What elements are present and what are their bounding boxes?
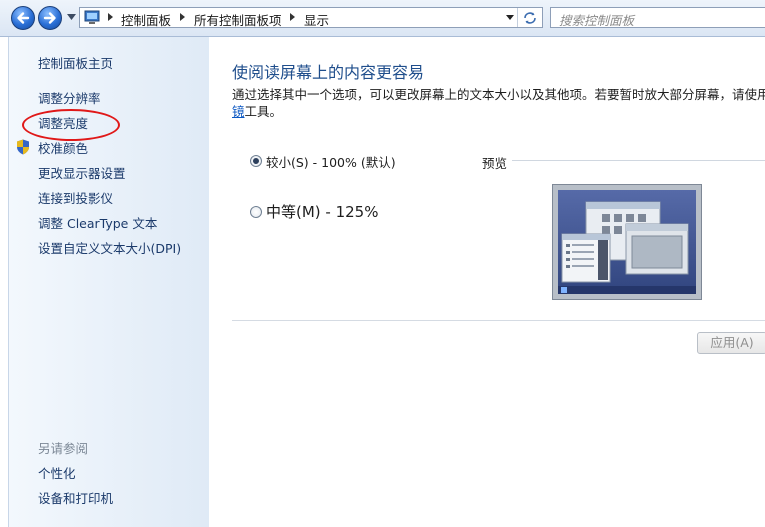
address-dropdown-icon[interactable] [506,15,514,20]
sidebar-home-link[interactable]: 控制面板主页 [38,53,113,72]
annotation-circle [22,109,120,141]
window-border [0,37,9,527]
preview-screen [558,190,696,294]
page-title: 使阅读屏幕上的内容更容易 [232,63,425,82]
forward-button[interactable] [38,6,62,30]
preview-label: 预览 [482,156,508,171]
preview-group-line [512,160,765,161]
sidebar-item-connect-projector[interactable]: 连接到投影仪 [38,188,113,207]
refresh-icon [524,11,536,24]
sidebar-item-custom-dpi[interactable]: 设置自定义文本大小(DPI) [38,238,181,257]
breadcrumb-all-items[interactable]: 所有控制面板项 [194,10,282,29]
main-content: 使阅读屏幕上的内容更容易 通过选择其中一个选项，可以更改屏幕上的文本大小以及其他… [210,37,765,527]
radio-smaller[interactable] [250,155,262,167]
sidebar-item-calibrate-color[interactable]: 校准颜色 [38,138,88,157]
address-bar[interactable]: 控制面板 所有控制面板项 显示 [79,7,543,28]
refresh-button[interactable] [517,8,542,27]
radio-medium[interactable] [250,206,262,218]
sidebar-item-change-display-settings[interactable]: 更改显示器设置 [38,163,126,182]
description-tail: 工具。 [244,104,283,119]
sidebar: 控制面板主页 调整分辨率 调整亮度 校准颜色 更改显示器设置 连接到投影仪 调整… [9,37,209,527]
address-toolbar: 控制面板 所有控制面板项 显示 搜索控制面板 [0,0,765,37]
search-input[interactable]: 搜索控制面板 [550,7,765,28]
sidebar-item-cleartype[interactable]: 调整 ClearType 文本 [38,213,157,232]
uac-shield-icon [17,139,29,155]
back-arrow-icon [17,12,30,24]
back-button[interactable] [11,6,35,30]
preview-windows-illustration [558,201,696,294]
control-panel-icon [84,10,100,24]
see-also-personalization[interactable]: 个性化 [38,463,76,482]
page-description: 通过选择其中一个选项，可以更改屏幕上的文本大小以及其他项。若要暂时放大部分屏幕，… [232,84,765,103]
breadcrumb-separator-icon [290,13,295,21]
description-text: 通过选择其中一个选项，可以更改屏幕上的文本大小以及其他项。若要暂时放大部分屏幕，… [232,87,765,102]
page-description-line2: 镜工具。 [232,101,282,120]
section-divider [232,320,765,321]
breadcrumb-separator-icon [180,13,185,21]
see-also-devices-printers[interactable]: 设备和打印机 [38,488,113,507]
see-also-heading: 另请参阅 [38,441,89,456]
history-dropdown-icon[interactable] [67,14,76,20]
sidebar-item-adjust-resolution[interactable]: 调整分辨率 [38,88,101,107]
breadcrumb-separator-icon [108,13,113,21]
option-medium-label[interactable]: 中等(M) - 125% [266,201,378,222]
forward-arrow-icon [43,12,56,24]
apply-button[interactable]: 应用(A) [697,332,765,354]
preview-image [552,184,702,300]
radio-selected-dot [253,158,259,164]
option-smaller-label[interactable]: 较小(S) - 100% (默认) [266,152,396,171]
breadcrumb-display[interactable]: 显示 [304,10,329,29]
breadcrumb-control-panel[interactable]: 控制面板 [121,10,171,29]
magnifier-link-continued[interactable]: 镜 [232,104,245,119]
